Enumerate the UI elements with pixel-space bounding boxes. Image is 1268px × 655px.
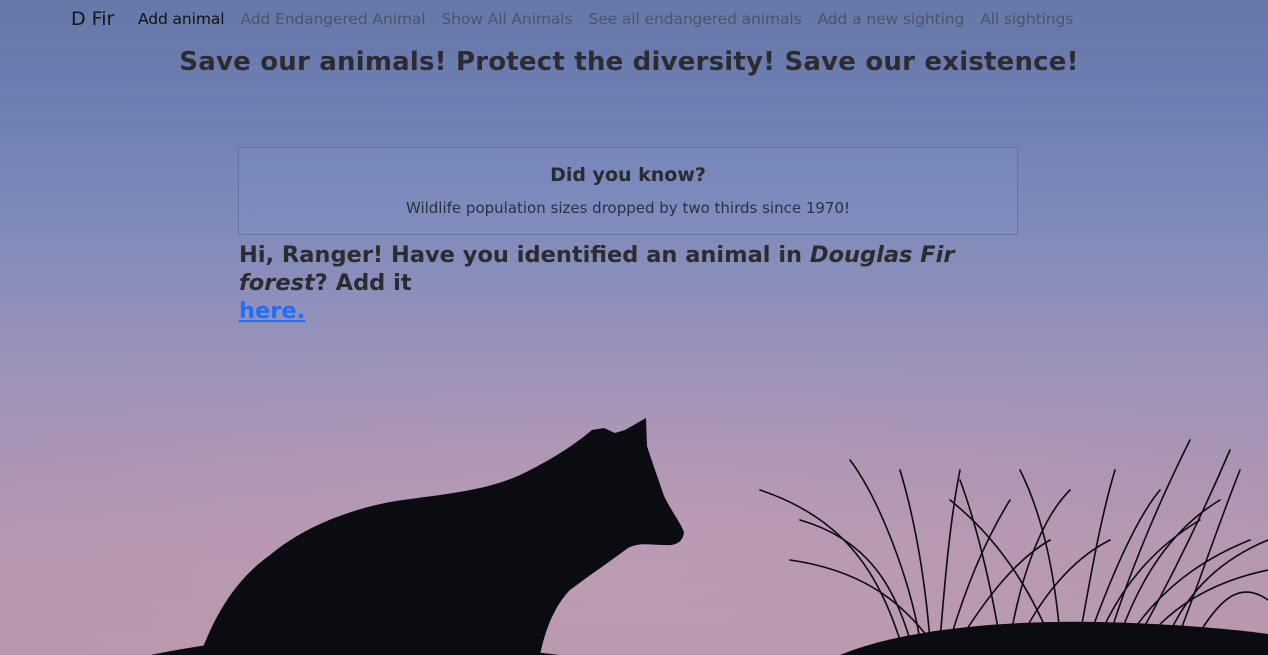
did-you-know-card: Did you know? Wildlife population sizes …	[238, 147, 1018, 235]
nav-link-show-all-animals[interactable]: Show All Animals	[441, 10, 572, 28]
background-fox-silhouette-image	[0, 300, 1268, 655]
nav-link-see-all-endangered-animals[interactable]: See all endangered animals	[588, 10, 801, 28]
fact-card-title: Did you know?	[550, 164, 706, 186]
ranger-message-prefix: Hi, Ranger! Have you identified an anima…	[239, 242, 810, 268]
nav-link-all-sightings[interactable]: All sightings	[980, 10, 1073, 28]
top-navbar: D Fir Add animal Add Endangered Animal S…	[0, 0, 1268, 40]
nav-link-add-animal[interactable]: Add animal	[138, 10, 225, 28]
brand-logo-link[interactable]: D Fir	[71, 8, 114, 30]
page-headline: Save our animals! Protect the diversity!…	[179, 47, 1079, 77]
ranger-message-suffix: ? Add it	[314, 270, 412, 296]
nav-link-add-new-sighting[interactable]: Add a new sighting	[818, 10, 965, 28]
nav-link-add-endangered-animal[interactable]: Add Endangered Animal	[240, 10, 425, 28]
add-animal-here-link[interactable]: here.	[239, 298, 305, 324]
nav-links: Add animal Add Endangered Animal Show Al…	[138, 10, 1089, 28]
ranger-message: Hi, Ranger! Have you identified an anima…	[239, 241, 1039, 325]
fact-card-text: Wildlife population sizes dropped by two…	[405, 199, 851, 217]
